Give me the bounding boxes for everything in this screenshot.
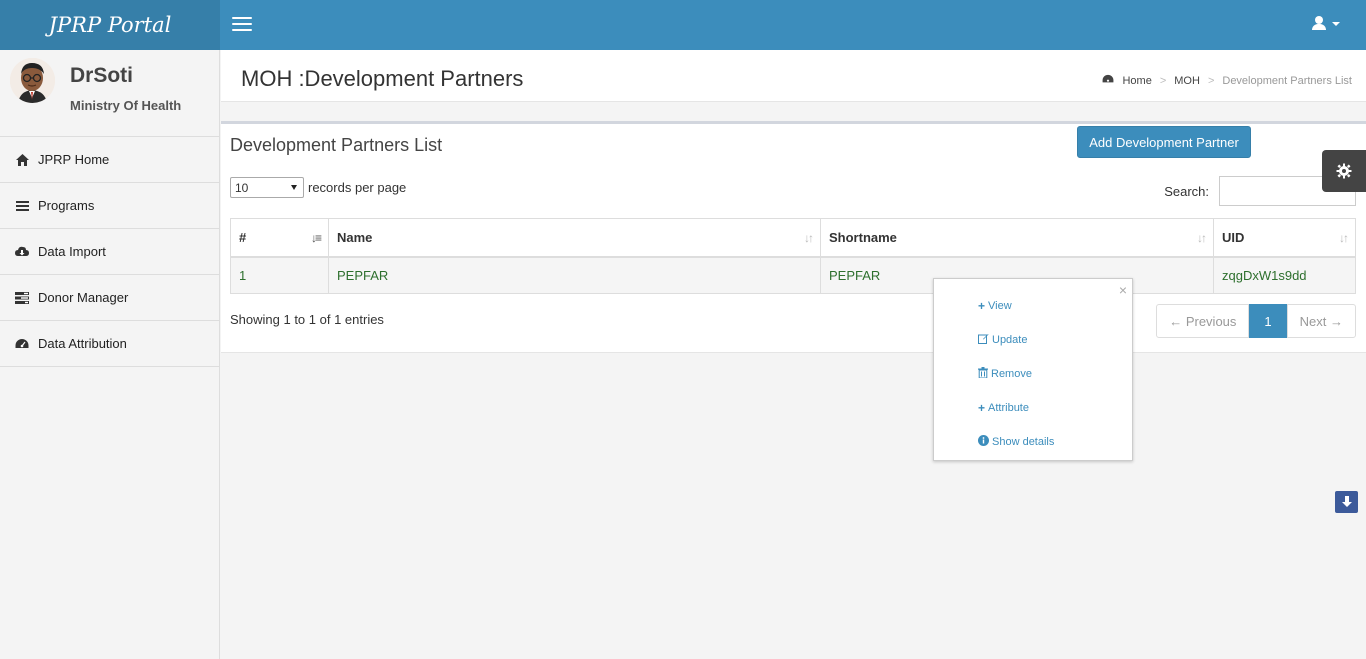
plus-icon: + (978, 401, 986, 415)
breadcrumb-current: Development Partners List (1222, 74, 1352, 87)
records-per-page-select[interactable]: 10 (230, 177, 304, 198)
sidebar-item-label: JPRP Home (38, 152, 110, 167)
user-panel: DrSoti Ministry Of Health (0, 50, 219, 137)
pagination-page-1[interactable]: 1 (1249, 304, 1287, 338)
sort-icon: ↓↑ (804, 231, 814, 245)
breadcrumb: Home > MOH > Development Partners List (1102, 74, 1352, 87)
close-icon[interactable]: × (1119, 282, 1127, 298)
cell-uid: zqgDxW1s9dd (1213, 256, 1356, 294)
sidebar-item-label: Data Import (38, 244, 106, 259)
action-remove[interactable]: Remove (978, 367, 1032, 381)
column-header-shortname[interactable]: Shortname ↓↑ (820, 218, 1214, 258)
records-per-page: 10 records per page (230, 177, 406, 198)
breadcrumb-separator: > (1207, 74, 1215, 87)
cell-name: PEPFAR (328, 256, 821, 294)
home-icon (15, 153, 29, 166)
caret-down-icon (1332, 22, 1340, 26)
column-header-number[interactable]: # ↓≡ (230, 218, 329, 258)
row-actions-popup: × + View Update Remove + Attribute Show … (933, 278, 1133, 461)
page-title: MOH :Development Partners (241, 66, 524, 91)
sidebar-item-jprp-home[interactable]: JPRP Home (0, 137, 219, 183)
dropdown-arrow-icon (291, 185, 297, 190)
sidebar-item-label: Data Attribution (38, 336, 127, 351)
action-update[interactable]: Update (978, 333, 1027, 347)
user-menu-dropdown[interactable] (1312, 16, 1340, 30)
add-development-partner-button[interactable]: Add Development Partner (1077, 126, 1251, 158)
records-per-page-label: records per page (308, 180, 407, 195)
app-logo[interactable]: JPRP Portal (0, 0, 220, 50)
action-attribute[interactable]: + Attribute (978, 401, 1029, 415)
sidebar-item-label: Programs (38, 198, 95, 213)
info-circle-icon (978, 435, 989, 449)
sidebar-item-donor-manager[interactable]: Donor Manager (0, 275, 219, 321)
sidebar-item-label: Donor Manager (38, 290, 129, 305)
action-show-details[interactable]: Show details (978, 435, 1054, 449)
table-info: Showing 1 to 1 of 1 entries (230, 312, 384, 327)
breadcrumb-home[interactable]: Home (1122, 75, 1151, 87)
sidebar-item-data-import[interactable]: Data Import (0, 229, 219, 275)
column-header-name[interactable]: Name ↓↑ (328, 218, 821, 258)
scroll-down-icon[interactable] (1335, 491, 1358, 513)
tasks-icon (15, 291, 29, 304)
action-view[interactable]: + View (978, 299, 1012, 313)
sidebar: DrSoti Ministry Of Health JPRP Home Prog… (0, 50, 220, 659)
breadcrumb-moh[interactable]: MOH (1174, 75, 1200, 87)
table-row[interactable]: 1 PEPFAR PEPFAR zqgDxW1s9dd (230, 256, 1356, 294)
cloud-download-icon (15, 246, 29, 258)
column-header-uid[interactable]: UID ↓↑ (1213, 218, 1356, 258)
box-title: Development Partners List (230, 135, 443, 155)
sort-ascending-icon: ↓≡ (310, 231, 322, 245)
sort-icon: ↓↑ (1197, 231, 1207, 245)
search-label: Search: (1164, 183, 1209, 199)
sidebar-item-programs[interactable]: Programs (0, 183, 219, 229)
user-name: DrSoti (70, 64, 133, 87)
avatar (10, 58, 55, 103)
settings-gear-icon[interactable] (1322, 150, 1366, 192)
list-icon (15, 200, 29, 212)
breadcrumb-separator: > (1159, 74, 1167, 87)
dashboard-icon (15, 338, 29, 350)
cell-number: 1 (230, 256, 329, 294)
partners-table: # ↓≡ Name ↓↑ Shortname ↓↑ UID ↓↑ 1 PEPFA… (230, 218, 1356, 294)
user-org: Ministry Of Health (70, 98, 182, 113)
pagination-previous[interactable]: ← Previous (1156, 304, 1250, 338)
records-per-page-value: 10 (235, 180, 249, 195)
plus-icon: + (978, 299, 986, 313)
table-header-row: # ↓≡ Name ↓↑ Shortname ↓↑ UID ↓↑ (230, 218, 1356, 258)
menu-toggle-icon[interactable] (232, 17, 252, 33)
sort-icon: ↓↑ (1339, 231, 1349, 245)
top-navbar (220, 0, 1366, 50)
partners-box: Development Partners List Add Developmen… (221, 121, 1366, 353)
pagination-next[interactable]: Next → (1286, 304, 1356, 338)
trash-icon (978, 367, 988, 381)
user-icon (1312, 16, 1326, 30)
edit-icon (978, 333, 989, 347)
pagination: ← Previous 1 Next → (1156, 304, 1356, 338)
dashboard-icon (1102, 74, 1114, 87)
content-header: MOH :Development Partners Home > MOH > D… (221, 50, 1366, 102)
sidebar-item-data-attribution[interactable]: Data Attribution (0, 321, 219, 367)
